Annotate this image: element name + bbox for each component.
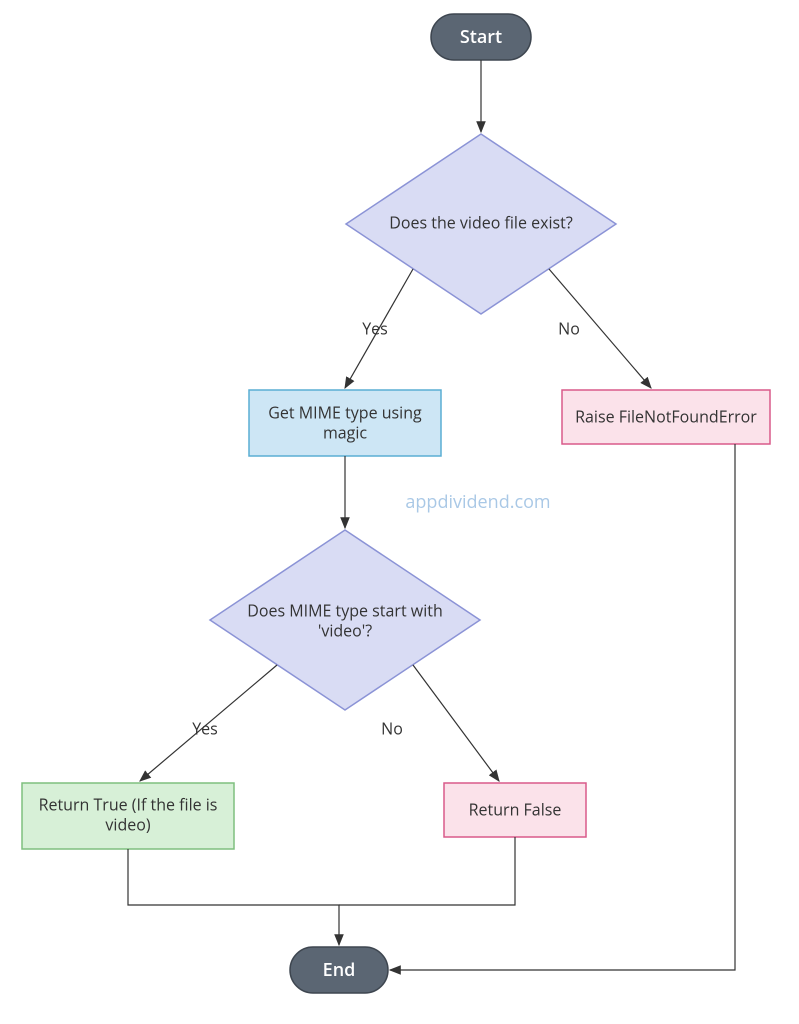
node-decision-file-exists: Does the video file exist? [346, 134, 616, 314]
edge-raise-end [390, 444, 735, 970]
end-label: End [323, 958, 356, 982]
edge-decision2-yes: Yes [140, 665, 277, 781]
node-return-true: Return True (If the file is video) [22, 783, 234, 849]
decision-file-exists-label: Does the video file exist? [389, 211, 573, 233]
edge-decision2-no: No [381, 665, 499, 781]
edge-yes1-label: Yes [362, 317, 388, 339]
watermark-text: appdividend.com [405, 490, 550, 514]
return-true-label-l1: Return True (If the file is [39, 793, 218, 815]
start-label: Start [460, 25, 502, 49]
decision-mime-label-l2: 'video'? [318, 619, 372, 641]
edge-return-false-end [339, 837, 515, 905]
edge-decision1-no: No [549, 269, 651, 388]
node-start: Start [431, 14, 531, 60]
decision-mime-label-l1: Does MIME type start with [247, 599, 443, 621]
node-end: End [290, 947, 388, 993]
edge-decision1-yes: Yes [345, 269, 413, 388]
return-true-label-l2: video) [105, 813, 150, 835]
node-raise-error: Raise FileNotFoundError [562, 390, 770, 444]
get-mime-label-l1: Get MIME type using [268, 401, 422, 423]
get-mime-label-l2: magic [323, 421, 367, 443]
edge-no2-label: No [381, 717, 403, 739]
edge-return-true-end [128, 849, 339, 945]
flowchart-canvas: Start Does the video file exist? Yes No … [0, 0, 799, 1024]
raise-error-label: Raise FileNotFoundError [575, 405, 757, 427]
return-false-label: Return False [469, 798, 562, 820]
node-return-false: Return False [444, 783, 586, 837]
node-get-mime: Get MIME type using magic [249, 390, 441, 456]
edge-yes2-label: Yes [192, 717, 218, 739]
node-decision-mime-video: Does MIME type start with 'video'? [210, 530, 480, 710]
edge-no1-label: No [558, 317, 580, 339]
